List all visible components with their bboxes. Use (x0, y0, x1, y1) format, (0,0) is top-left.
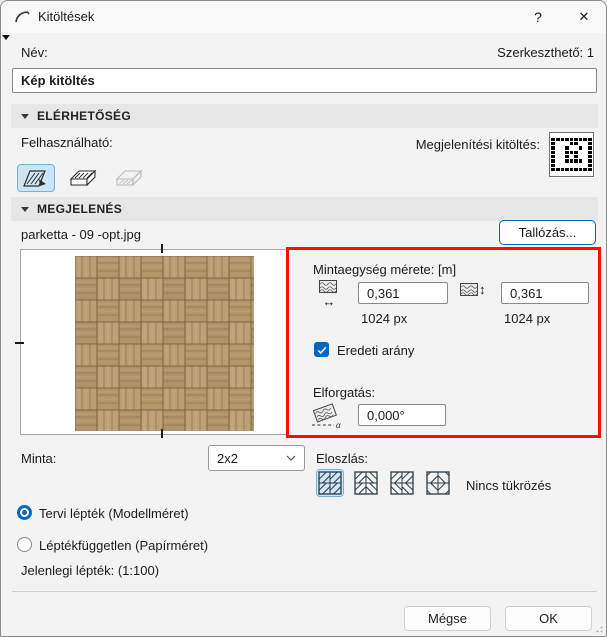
mirror-xy-icon (426, 471, 450, 495)
mirror-xy-button[interactable] (424, 469, 452, 497)
drafting-fill-icon (23, 170, 46, 187)
collapse-triangle-icon (21, 113, 29, 119)
paper-scale-radio[interactable] (17, 537, 32, 552)
app-arc-icon (15, 11, 30, 23)
section-availability[interactable]: ELÉRHETŐSÉG (11, 104, 598, 128)
resize-grip[interactable] (593, 623, 603, 633)
radio-dot (22, 510, 27, 515)
origin-tick-top (161, 244, 163, 253)
cover-fill-icon (69, 169, 97, 187)
rotation-input[interactable]: 0,000° (358, 404, 446, 426)
height-pixels-label: 1024 px (504, 311, 551, 326)
mirror-y-button[interactable] (388, 469, 416, 497)
display-fill-pattern (551, 137, 592, 172)
cancel-button[interactable]: Mégse (404, 606, 491, 631)
section-appearance[interactable]: MEGJELENÉS (11, 197, 598, 221)
keep-ratio-label[interactable]: Eredeti arány (337, 343, 414, 358)
check-icon (317, 346, 326, 354)
mirror-none-icon (318, 471, 342, 495)
fill-type-drafting-button[interactable] (17, 164, 55, 192)
image-preview-box (20, 249, 288, 435)
editable-count-label: Szerkeszthető: 1 (497, 45, 594, 60)
pattern-height-icon: ↕ (460, 282, 486, 297)
fill-name-input[interactable]: Kép kitöltés (12, 68, 597, 93)
ok-button[interactable]: OK (505, 606, 592, 631)
unit-size-label: Mintaegység mérete: [m] (313, 262, 457, 277)
dialog-title: Kitöltések (38, 9, 95, 24)
close-button[interactable]: ✕ (567, 2, 601, 32)
radio-ring (20, 508, 29, 517)
cut-fill-icon (115, 169, 143, 187)
parquet-texture-image (75, 256, 254, 431)
pattern-height-input[interactable]: 0,361 (501, 282, 589, 304)
window-edge-marker-icon (2, 35, 10, 40)
help-button[interactable]: ? (521, 2, 555, 32)
sample-dropdown-value: 2x2 (217, 450, 238, 466)
sample-label: Minta: (21, 451, 57, 466)
model-scale-label[interactable]: Tervi lépték (Modellméret) (39, 506, 189, 521)
fill-type-cover-button[interactable] (63, 164, 101, 192)
svg-text:α: α (336, 420, 341, 429)
origin-tick-left (15, 342, 24, 344)
section-appearance-title: MEGJELENÉS (37, 202, 123, 216)
display-fill-label: Megjelenítési kitöltés: (415, 137, 540, 152)
width-pixels-label: 1024 px (361, 311, 408, 326)
keep-ratio-checkbox[interactable] (314, 342, 329, 357)
image-filename: parketta - 09 -opt.jpg (21, 227, 141, 242)
browse-button[interactable]: Tallózás... (499, 220, 596, 245)
titlebar: Kitöltések ? ✕ (1, 1, 606, 33)
pattern-width-input[interactable]: 0,361 (358, 282, 448, 304)
chevron-down-icon (286, 455, 296, 461)
fill-type-cut-button (109, 164, 147, 192)
mirror-x-button[interactable] (352, 469, 380, 497)
mirror-x-icon (354, 471, 378, 495)
rotation-angle-icon: α (310, 402, 350, 434)
usable-label: Felhasználható: (21, 135, 113, 150)
fills-dialog: Kitöltések ? ✕ Név: Szerkeszthető: 1 Kép… (0, 0, 607, 637)
collapse-triangle-icon (21, 206, 29, 212)
origin-tick-bottom (161, 429, 163, 438)
current-scale-label: Jelenlegi lépték: (1:100) (21, 563, 160, 578)
name-label: Név: (21, 45, 48, 60)
footer-separator (12, 591, 597, 592)
section-availability-title: ELÉRHETŐSÉG (37, 109, 131, 123)
pattern-width-icon: ↔ (319, 280, 339, 308)
rotation-label: Elforgatás: (313, 385, 376, 400)
mirror-y-icon (390, 471, 414, 495)
sample-dropdown[interactable]: 2x2 (208, 445, 305, 471)
distribution-label: Eloszlás: (316, 451, 369, 466)
model-scale-radio[interactable] (17, 505, 32, 520)
mirror-status-label: Nincs tükrözés (466, 478, 552, 493)
mirror-none-button[interactable] (316, 469, 344, 497)
paper-scale-label[interactable]: Léptékfüggetlen (Papírméret) (39, 538, 208, 553)
display-fill-swatch[interactable] (549, 132, 594, 177)
